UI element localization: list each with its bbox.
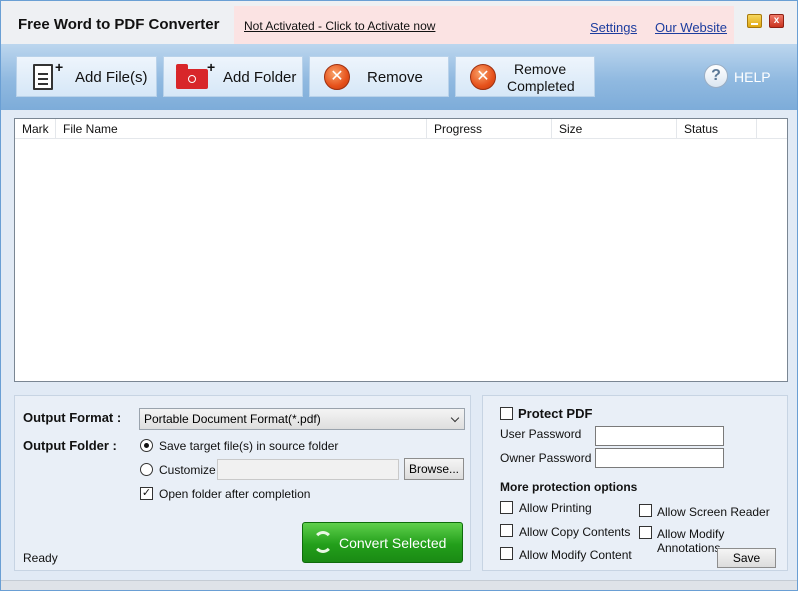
- column-progress[interactable]: Progress: [427, 119, 552, 139]
- close-button[interactable]: x: [769, 14, 784, 28]
- allow-printing-label: Allow Printing: [519, 501, 592, 515]
- chevron-down-icon: [450, 413, 460, 423]
- user-password-label: User Password: [500, 427, 582, 441]
- owner-password-label: Owner Password: [500, 451, 592, 465]
- output-format-value: Portable Document Format(*.pdf): [144, 412, 321, 426]
- add-folder-button[interactable]: + Add Folder: [163, 56, 303, 97]
- add-files-label: Add File(s): [75, 69, 148, 86]
- remove-button[interactable]: ✕ Remove: [309, 56, 449, 97]
- customize-radio[interactable]: [140, 463, 153, 476]
- column-status[interactable]: Status: [677, 119, 757, 139]
- column-mark[interactable]: Mark: [15, 119, 56, 139]
- folder-icon: [176, 64, 208, 89]
- user-password-input[interactable]: [595, 426, 724, 446]
- remove-label: Remove: [367, 69, 423, 86]
- allow-screen-reader-label: Allow Screen Reader: [657, 505, 770, 519]
- add-files-button[interactable]: + Add File(s): [16, 56, 157, 97]
- browse-button[interactable]: Browse...: [404, 458, 464, 480]
- convert-selected-button[interactable]: Convert Selected: [302, 522, 463, 563]
- help-icon: ?: [704, 64, 728, 88]
- plus-icon: +: [55, 59, 64, 75]
- remove-completed-label-1: Remove: [514, 61, 567, 77]
- output-folder-label: Output Folder :: [23, 438, 117, 453]
- protection-panel: Protect PDF User Password Owner Password…: [482, 395, 788, 571]
- plus-icon: +: [207, 59, 216, 75]
- allow-modify-annotations-checkbox[interactable]: [639, 526, 652, 539]
- convert-icon: [313, 531, 333, 553]
- app-title: Free Word to PDF Converter: [18, 16, 220, 33]
- remove-completed-button[interactable]: ✕ Remove Completed: [455, 56, 595, 97]
- open-folder-label: Open folder after completion: [159, 487, 311, 501]
- output-panel: Output Format : Portable Document Format…: [14, 395, 471, 571]
- open-folder-checkbox[interactable]: ✓: [140, 487, 153, 500]
- output-format-label: Output Format :: [23, 410, 122, 425]
- protect-pdf-label: Protect PDF: [518, 406, 593, 421]
- source-folder-radio[interactable]: [140, 439, 153, 452]
- source-folder-label: Save target file(s) in source folder: [159, 439, 339, 453]
- remove-completed-icon: ✕: [470, 64, 496, 90]
- toolbar: + Add File(s) + Add Folder ✕ Remove ✕ Re…: [1, 44, 797, 110]
- customize-label: Customize :: [159, 463, 223, 477]
- remove-icon: ✕: [324, 64, 350, 90]
- allow-printing-checkbox[interactable]: [500, 501, 513, 514]
- status-bar: [1, 580, 797, 590]
- minimize-button[interactable]: [747, 14, 762, 28]
- output-format-select[interactable]: Portable Document Format(*.pdf): [139, 408, 465, 430]
- help-label: HELP: [734, 69, 771, 85]
- activation-notice: Not Activated - Click to Activate now Se…: [234, 6, 734, 44]
- convert-selected-label: Convert Selected: [339, 535, 447, 551]
- protect-pdf-checkbox[interactable]: [500, 407, 513, 420]
- remove-completed-label-2: Completed: [507, 78, 575, 94]
- activate-link[interactable]: Not Activated - Click to Activate now: [244, 19, 435, 33]
- table-header: Mark File Name Progress Size Status: [15, 119, 787, 139]
- close-icon: x: [773, 15, 780, 26]
- app-window: Free Word to PDF Converter Not Activated…: [0, 0, 798, 591]
- our-website-link[interactable]: Our Website: [655, 20, 727, 35]
- save-button[interactable]: Save: [717, 548, 776, 568]
- settings-link[interactable]: Settings: [590, 20, 637, 35]
- custom-folder-input[interactable]: [217, 459, 399, 480]
- add-folder-label: Add Folder: [223, 69, 297, 86]
- column-size[interactable]: Size: [552, 119, 677, 139]
- allow-copy-checkbox[interactable]: [500, 524, 513, 537]
- allow-modify-content-checkbox[interactable]: [500, 547, 513, 560]
- column-file-name[interactable]: File Name: [56, 119, 427, 139]
- file-list-table[interactable]: Mark File Name Progress Size Status: [14, 118, 788, 382]
- allow-copy-label: Allow Copy Contents: [519, 525, 631, 539]
- allow-screen-reader-checkbox[interactable]: [639, 504, 652, 517]
- add-file-icon: [33, 64, 53, 90]
- more-protection-options-label: More protection options: [500, 480, 638, 494]
- status-text: Ready: [23, 551, 58, 565]
- allow-modify-content-label: Allow Modify Content: [519, 548, 632, 562]
- title-bar: Free Word to PDF Converter Not Activated…: [1, 1, 797, 44]
- owner-password-input[interactable]: [595, 448, 724, 468]
